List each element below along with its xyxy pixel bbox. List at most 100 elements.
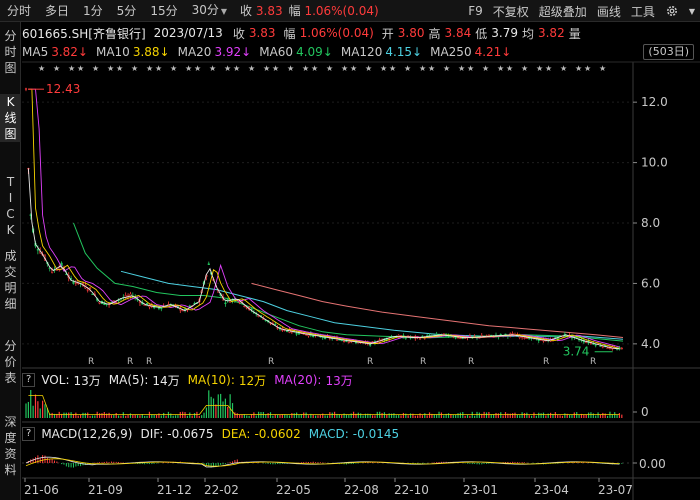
volume-bar bbox=[383, 412, 386, 418]
x-tick-label: 22-05 bbox=[276, 483, 311, 497]
volume-bar bbox=[466, 414, 469, 418]
volume-bar bbox=[236, 413, 238, 418]
volume-bar bbox=[602, 412, 604, 418]
volume-bar bbox=[402, 412, 405, 418]
vol-ma20-label: MA(20): bbox=[274, 373, 322, 387]
volume-bar bbox=[122, 412, 124, 418]
event-star-marker: ★ bbox=[560, 64, 567, 73]
candle-body bbox=[243, 305, 246, 308]
event-star-marker: ★ bbox=[107, 64, 114, 73]
candle-body bbox=[620, 347, 623, 350]
volume-bar bbox=[568, 414, 571, 418]
volume-bar bbox=[360, 413, 362, 418]
volume-bar bbox=[424, 413, 426, 418]
volume-bar bbox=[70, 412, 72, 418]
vol-ma5-label: MA(5): bbox=[108, 373, 149, 387]
event-star-marker: ★ bbox=[311, 64, 318, 73]
event-star-marker: ★ bbox=[404, 64, 411, 73]
x-tick-label: 23-01 bbox=[463, 483, 498, 497]
volume-bar bbox=[307, 415, 310, 418]
volume-bar bbox=[521, 412, 523, 418]
volume-bar bbox=[314, 415, 317, 418]
candle-body bbox=[91, 293, 94, 295]
volume-bar bbox=[27, 401, 29, 418]
event-star-marker: ★ bbox=[497, 64, 504, 73]
event-star-marker: ★ bbox=[419, 64, 426, 73]
volume-bar bbox=[63, 412, 65, 418]
volume-bar bbox=[77, 415, 79, 418]
volume-bar bbox=[616, 414, 618, 418]
volume-bar bbox=[592, 413, 594, 418]
volume-bar bbox=[388, 413, 390, 418]
volume-bar bbox=[573, 412, 575, 418]
event-star-marker: ★ bbox=[248, 64, 255, 73]
volume-bar bbox=[540, 413, 542, 418]
volume-bar bbox=[224, 398, 226, 418]
volume-bar bbox=[101, 413, 103, 418]
volume-bar bbox=[443, 415, 445, 418]
volume-bar bbox=[559, 415, 561, 418]
volume-bar bbox=[514, 412, 516, 418]
volume-bar bbox=[155, 414, 158, 418]
volume-bar bbox=[132, 414, 134, 418]
min-price-label: 3.74 bbox=[563, 345, 590, 359]
volume-bar bbox=[288, 415, 291, 418]
volume-bar bbox=[341, 414, 343, 418]
candle-body bbox=[418, 337, 422, 340]
volume-bar bbox=[110, 415, 113, 418]
rights-issue-marker: R bbox=[146, 357, 152, 367]
volume-bar bbox=[34, 394, 37, 418]
ma60-line bbox=[73, 222, 624, 342]
volume-bar bbox=[421, 415, 424, 418]
event-star-marker: ★ bbox=[287, 64, 294, 73]
event-star-marker: ★ bbox=[146, 64, 153, 73]
volume-bar bbox=[91, 415, 94, 418]
volume-bar bbox=[474, 415, 476, 418]
candle-body bbox=[36, 249, 39, 251]
candle-body bbox=[345, 340, 348, 343]
event-star-marker: ★ bbox=[482, 64, 489, 73]
y-tick-label: 4.0 bbox=[641, 337, 660, 351]
volume-bar bbox=[407, 415, 409, 418]
volume-bar bbox=[160, 415, 162, 418]
volume-bar bbox=[426, 415, 428, 418]
volume-bar bbox=[120, 415, 122, 418]
volume-bar bbox=[286, 414, 288, 418]
help-icon[interactable]: ? bbox=[22, 427, 36, 441]
volume-bar bbox=[457, 413, 459, 418]
volume-bar bbox=[452, 414, 454, 418]
volume-bar bbox=[374, 415, 376, 418]
volume-bar bbox=[618, 413, 621, 418]
volume-bar bbox=[208, 390, 210, 418]
volume-bar bbox=[42, 400, 44, 418]
volume-bar bbox=[462, 412, 464, 418]
volume-bar bbox=[531, 415, 533, 418]
event-star-marker: ★ bbox=[77, 64, 84, 73]
volume-bar bbox=[37, 401, 39, 418]
volume-bar bbox=[127, 414, 129, 418]
event-star-marker: ★ bbox=[326, 64, 333, 73]
event-star-marker: ★ bbox=[389, 64, 396, 73]
volume-bar bbox=[512, 413, 514, 418]
volume-bar bbox=[65, 412, 67, 418]
volume-bar bbox=[144, 415, 146, 418]
candle-body bbox=[343, 340, 346, 343]
volume-bar bbox=[455, 414, 457, 418]
dif-value: -0.0675 bbox=[167, 427, 214, 441]
event-star-marker: ★ bbox=[263, 64, 270, 73]
volume-bar bbox=[172, 415, 174, 418]
volume-bar bbox=[217, 394, 219, 418]
volume-bar bbox=[293, 413, 295, 418]
volume-bar bbox=[526, 412, 528, 418]
volume-bar bbox=[614, 412, 616, 418]
event-star-marker: ★ bbox=[233, 64, 240, 73]
candle-body bbox=[98, 301, 101, 304]
volume-bar bbox=[331, 412, 333, 418]
volume-bar bbox=[393, 413, 395, 418]
macd-panel-header: ? MACD(12,26,9) DIF: -0.0675 DEA: -0.060… bbox=[22, 425, 403, 443]
help-icon[interactable]: ? bbox=[22, 373, 36, 387]
event-star-marker: ★ bbox=[584, 64, 591, 73]
candle-body bbox=[511, 333, 514, 335]
volume-bar bbox=[170, 413, 172, 418]
max-price-label: 12.43 bbox=[46, 82, 80, 96]
